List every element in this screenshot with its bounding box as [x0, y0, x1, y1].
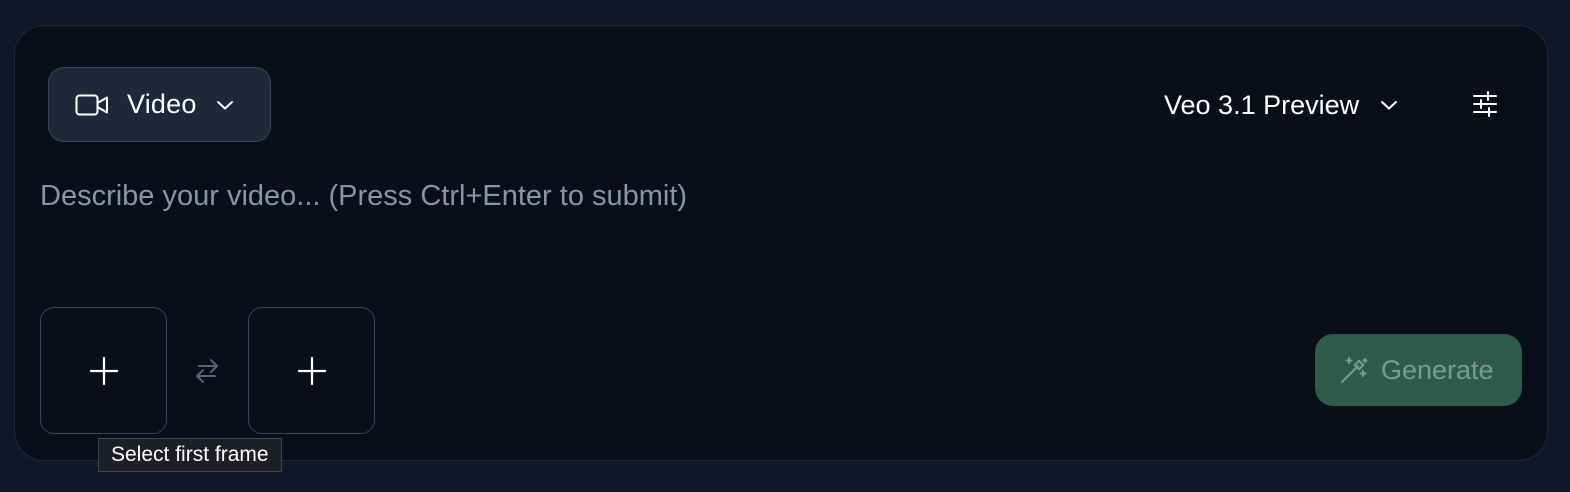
- model-label: Veo 3.1 Preview: [1164, 89, 1360, 120]
- last-frame-button[interactable]: [248, 307, 375, 434]
- mode-select-button[interactable]: Video: [48, 67, 271, 142]
- mode-label: Video: [127, 89, 197, 119]
- generate-label: Generate: [1381, 354, 1494, 385]
- generate-button[interactable]: Generate: [1315, 334, 1522, 406]
- plus-icon: [297, 356, 327, 386]
- first-frame-button[interactable]: [40, 307, 167, 434]
- plus-icon: [89, 356, 119, 386]
- prompt-input[interactable]: [40, 172, 1520, 282]
- swap-arrows-icon[interactable]: [192, 356, 222, 386]
- first-frame-tooltip: Select first frame: [98, 438, 282, 472]
- chevron-down-icon: [215, 98, 235, 112]
- chevron-down-icon: [1379, 98, 1399, 112]
- settings-button[interactable]: [1465, 86, 1505, 122]
- magic-wand-icon: [1339, 355, 1369, 385]
- sliders-icon: [1472, 90, 1498, 118]
- model-select-dropdown[interactable]: Veo 3.1 Preview: [1164, 84, 1399, 126]
- video-camera-icon: [75, 93, 109, 117]
